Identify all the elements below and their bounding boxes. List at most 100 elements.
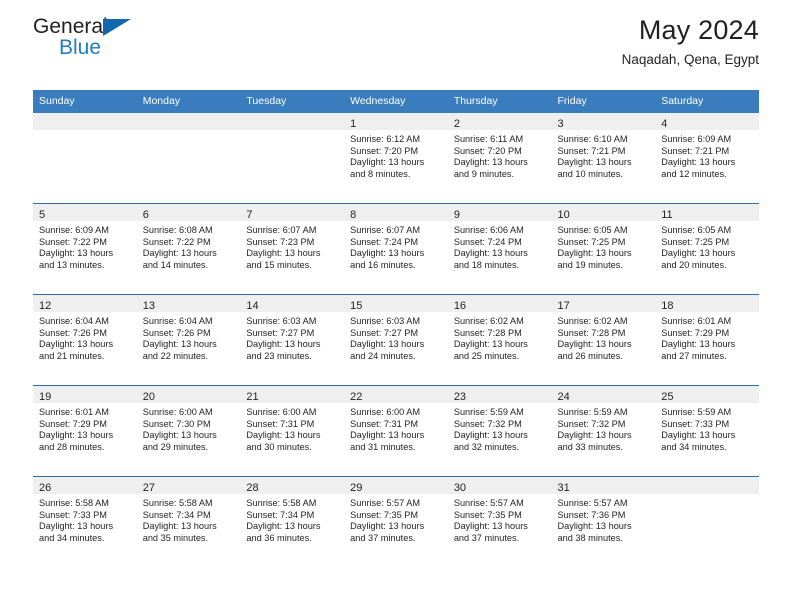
day-details: Sunrise: 6:07 AM Sunset: 7:24 PM Daylight:… xyxy=(344,221,448,271)
calendar-day[interactable]: 24 Sunrise: 5:59 AM Sunset: 7:32 PM Dayligh… xyxy=(551,386,656,476)
sunrise-time: Sunrise: 5:57 AM xyxy=(350,498,421,508)
day-details: Sunrise: 5:58 AM Sunset: 7:34 PM Daylight:… xyxy=(137,494,241,544)
logo-text-general: General xyxy=(33,15,108,38)
day-details: Sunrise: 6:12 AM Sunset: 7:20 PM Daylight:… xyxy=(344,130,448,180)
daylight-duration-line2: and 10 minutes. xyxy=(557,168,623,179)
calendar-day-cell xyxy=(33,113,137,204)
daylight-duration-line2: and 12 minutes. xyxy=(661,168,727,179)
calendar-day[interactable]: 30 Sunrise: 5:57 AM Sunset: 7:35 PM Dayligh… xyxy=(447,477,552,567)
daylight-duration-line1: Daylight: 13 hours xyxy=(350,521,425,532)
sunset-time: Sunset: 7:32 PM xyxy=(557,418,626,429)
calendar-day[interactable]: 1 Sunrise: 6:12 AM Sunset: 7:20 PM Daylight… xyxy=(344,113,448,203)
sunrise-sunset-calendar: Sunday Monday Tuesday Wednesday Thursday… xyxy=(33,90,759,567)
calendar-day[interactable]: 7 Sunrise: 6:07 AM Sunset: 7:23 PM Daylight… xyxy=(240,204,345,294)
calendar-day[interactable]: 31 Sunrise: 5:57 AM Sunset: 7:36 PM Dayligh… xyxy=(551,477,656,567)
daylight-duration-line2: and 8 minutes. xyxy=(350,168,411,179)
calendar-day[interactable]: 17 Sunrise: 6:02 AM Sunset: 7:28 PM Dayligh… xyxy=(551,295,656,385)
daylight-duration-line1: Daylight: 13 hours xyxy=(453,157,528,168)
sunset-time: Sunset: 7:21 PM xyxy=(661,145,730,156)
sunset-time: Sunset: 7:25 PM xyxy=(557,236,626,247)
daylight-duration-line2: and 31 minutes. xyxy=(350,441,416,452)
calendar-day[interactable]: 10 Sunrise: 6:05 AM Sunset: 7:25 PM Dayligh… xyxy=(551,204,656,294)
calendar-day[interactable]: 2 Sunrise: 6:11 AM Sunset: 7:20 PM Daylight… xyxy=(447,113,552,203)
calendar-day[interactable]: 29 Sunrise: 5:57 AM Sunset: 7:35 PM Dayligh… xyxy=(344,477,448,567)
day-number-band: 30 xyxy=(447,477,552,494)
sunrise-time: Sunrise: 5:57 AM xyxy=(453,498,524,508)
calendar-day[interactable]: 21 Sunrise: 6:00 AM Sunset: 7:31 PM Dayligh… xyxy=(240,386,345,476)
daylight-duration-line2: and 9 minutes. xyxy=(453,168,515,179)
sunrise-time: Sunrise: 6:03 AM xyxy=(350,316,421,326)
day-number-band: 2 xyxy=(447,113,552,130)
daylight-duration-line2: and 26 minutes. xyxy=(557,350,623,361)
calendar-day[interactable]: 12 Sunrise: 6:04 AM Sunset: 7:26 PM Dayligh… xyxy=(33,295,137,385)
calendar-day[interactable]: 23 Sunrise: 5:59 AM Sunset: 7:32 PM Dayligh… xyxy=(447,386,552,476)
day-details: Sunrise: 6:04 AM Sunset: 7:26 PM Daylight:… xyxy=(33,312,137,362)
calendar-day[interactable]: 4 Sunrise: 6:09 AM Sunset: 7:21 PM Daylight… xyxy=(655,113,759,203)
calendar-day[interactable]: 6 Sunrise: 6:08 AM Sunset: 7:22 PM Daylight… xyxy=(136,204,241,294)
calendar-day[interactable]: 26 Sunrise: 5:58 AM Sunset: 7:33 PM Dayligh… xyxy=(33,477,137,567)
calendar-day[interactable]: 16 Sunrise: 6:02 AM Sunset: 7:28 PM Dayligh… xyxy=(447,295,552,385)
daylight-duration-line2: and 34 minutes. xyxy=(39,532,105,543)
calendar-day[interactable]: 25 Sunrise: 5:59 AM Sunset: 7:33 PM Dayligh… xyxy=(655,386,759,476)
daylight-duration-line1: Daylight: 13 hours xyxy=(557,339,632,350)
calendar-day[interactable]: 9 Sunrise: 6:06 AM Sunset: 7:24 PM Daylight… xyxy=(447,204,552,294)
day-number-band: 23 xyxy=(447,386,552,403)
day-number-band: 3 xyxy=(551,113,656,130)
daylight-duration-line2: and 35 minutes. xyxy=(142,532,209,543)
sunset-time: Sunset: 7:22 PM xyxy=(39,236,107,247)
sunset-time: Sunset: 7:34 PM xyxy=(246,509,315,520)
day-details: Sunrise: 6:00 AM Sunset: 7:30 PM Daylight:… xyxy=(137,403,241,453)
day-number-band: 14 xyxy=(240,295,345,312)
daylight-duration-line2: and 25 minutes. xyxy=(453,350,520,361)
day-number: 28 xyxy=(246,482,259,494)
daylight-duration-line1: Daylight: 13 hours xyxy=(39,521,114,532)
calendar-day-cell: 1 Sunrise: 6:12 AM Sunset: 7:20 PM Daylight… xyxy=(344,113,448,204)
day-number-band: 5 xyxy=(33,204,137,221)
sunset-time: Sunset: 7:35 PM xyxy=(453,509,522,520)
day-details: Sunrise: 5:57 AM Sunset: 7:35 PM Daylight:… xyxy=(344,494,448,544)
daylight-duration-line1: Daylight: 13 hours xyxy=(453,430,528,441)
daylight-duration-line2: and 28 minutes. xyxy=(39,441,105,452)
calendar-week-row: 1 Sunrise: 6:12 AM Sunset: 7:20 PM Daylight… xyxy=(33,113,759,204)
sunset-time: Sunset: 7:34 PM xyxy=(142,509,211,520)
sunset-time: Sunset: 7:20 PM xyxy=(453,145,522,156)
daylight-duration-line1: Daylight: 13 hours xyxy=(557,430,632,441)
day-number-band: 29 xyxy=(344,477,448,494)
calendar-day[interactable]: 28 Sunrise: 5:58 AM Sunset: 7:34 PM Dayligh… xyxy=(240,477,345,567)
day-details: Sunrise: 6:00 AM Sunset: 7:31 PM Daylight:… xyxy=(240,403,344,453)
calendar-day[interactable]: 11 Sunrise: 6:05 AM Sunset: 7:25 PM Dayligh… xyxy=(655,204,759,294)
calendar-day[interactable]: 15 Sunrise: 6:03 AM Sunset: 7:27 PM Dayligh… xyxy=(344,295,448,385)
day-details: Sunrise: 6:02 AM Sunset: 7:28 PM Daylight:… xyxy=(448,312,552,362)
sunrise-time: Sunrise: 5:57 AM xyxy=(557,498,628,508)
calendar-day[interactable]: 14 Sunrise: 6:03 AM Sunset: 7:27 PM Dayligh… xyxy=(240,295,345,385)
calendar-day-cell: 21 Sunrise: 6:00 AM Sunset: 7:31 PM Dayligh… xyxy=(240,385,345,477)
calendar-day[interactable]: 27 Sunrise: 5:58 AM Sunset: 7:34 PM Dayligh… xyxy=(136,477,241,567)
generalblue-logo: General Blue xyxy=(33,12,151,62)
day-details: Sunrise: 5:57 AM Sunset: 7:35 PM Daylight:… xyxy=(448,494,552,544)
daylight-duration-line1: Daylight: 13 hours xyxy=(350,248,425,259)
calendar-day-cell: 13 Sunrise: 6:04 AM Sunset: 7:26 PM Dayligh… xyxy=(136,294,241,386)
calendar-day[interactable]: 3 Sunrise: 6:10 AM Sunset: 7:21 PM Daylight… xyxy=(551,113,656,203)
calendar-day-cell: 31 Sunrise: 5:57 AM Sunset: 7:36 PM Dayligh… xyxy=(551,476,656,567)
day-number-band: 11 xyxy=(655,204,759,221)
daylight-duration-line2: and 33 minutes. xyxy=(557,441,623,452)
calendar-day[interactable]: 8 Sunrise: 6:07 AM Sunset: 7:24 PM Daylight… xyxy=(344,204,448,294)
sunset-time: Sunset: 7:28 PM xyxy=(557,327,626,338)
calendar-day[interactable]: 18 Sunrise: 6:01 AM Sunset: 7:29 PM Dayligh… xyxy=(655,295,759,385)
logo-triangle-icon xyxy=(103,19,131,36)
day-number: 4 xyxy=(661,118,668,130)
calendar-day-cell: 5 Sunrise: 6:09 AM Sunset: 7:22 PM Daylight… xyxy=(33,203,137,295)
day-details: Sunrise: 6:11 AM Sunset: 7:20 PM Daylight:… xyxy=(448,130,552,180)
calendar-day[interactable]: 5 Sunrise: 6:09 AM Sunset: 7:22 PM Daylight… xyxy=(33,204,137,294)
daylight-duration-line1: Daylight: 13 hours xyxy=(350,339,425,350)
sunrise-time: Sunrise: 6:00 AM xyxy=(142,407,213,417)
day-details: Sunrise: 5:59 AM Sunset: 7:33 PM Daylight:… xyxy=(655,403,759,453)
sunset-time: Sunset: 7:21 PM xyxy=(557,145,626,156)
daylight-duration-line1: Daylight: 13 hours xyxy=(350,430,425,441)
calendar-day-cell: 22 Sunrise: 6:00 AM Sunset: 7:31 PM Dayligh… xyxy=(344,385,448,477)
calendar-day[interactable]: 13 Sunrise: 6:04 AM Sunset: 7:26 PM Dayligh… xyxy=(136,295,241,385)
calendar-day[interactable]: 20 Sunrise: 6:00 AM Sunset: 7:30 PM Dayligh… xyxy=(136,386,241,476)
weekday-header-tuesday: Tuesday xyxy=(240,90,345,113)
calendar-day[interactable]: 19 Sunrise: 6:01 AM Sunset: 7:29 PM Dayligh… xyxy=(33,386,137,476)
calendar-day[interactable]: 22 Sunrise: 6:00 AM Sunset: 7:31 PM Dayligh… xyxy=(344,386,448,476)
